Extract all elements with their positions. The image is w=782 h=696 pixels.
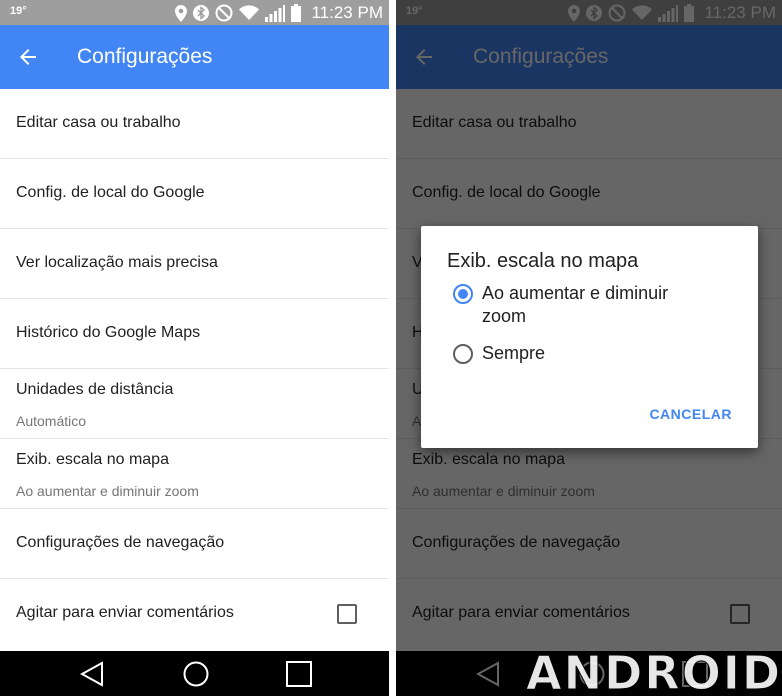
bluetooth-icon xyxy=(193,5,210,21)
back-triangle-icon[interactable] xyxy=(80,661,104,687)
setting-navigation[interactable]: Configurações de navegação xyxy=(0,509,389,579)
arrow-left-icon[interactable] xyxy=(16,45,40,69)
setting-shake-feedback[interactable]: Agitar para enviar comentários xyxy=(0,579,389,649)
recents-square-icon[interactable] xyxy=(286,661,312,687)
status-icons: 11:23 PM xyxy=(175,2,383,24)
radio-option-always[interactable]: Sempre xyxy=(453,342,712,365)
nav-bar xyxy=(0,651,389,696)
divider xyxy=(389,0,396,696)
setting-label: Config. de local do Google xyxy=(16,184,205,201)
radio-label: Ao aumentar e diminuir zoom xyxy=(482,283,669,326)
do-not-disturb-icon xyxy=(215,4,233,22)
location-icon xyxy=(175,4,188,22)
radio-selected-icon[interactable] xyxy=(453,284,473,304)
signal-icon xyxy=(265,4,286,22)
phone-screen-dialog: 19° 11:23 PM Configurações Editar casa o… xyxy=(396,0,782,696)
map-scale-dialog: Exib. escala no mapa Ao aumentar e dimin… xyxy=(421,226,758,448)
setting-label: Exib. escala no mapa xyxy=(16,451,169,468)
setting-precise-location[interactable]: Ver localização mais precisa xyxy=(0,229,389,299)
setting-label: Histórico do Google Maps xyxy=(16,324,201,341)
setting-distance-units[interactable]: Unidades de distância Automático xyxy=(0,369,389,439)
dialog-title: Exib. escala no mapa xyxy=(447,250,639,272)
setting-label: Configurações de navegação xyxy=(16,534,225,551)
setting-edit-home-work[interactable]: Editar casa ou trabalho xyxy=(0,89,389,159)
setting-label: Ver localização mais precisa xyxy=(16,254,218,271)
status-time: 11:23 PM xyxy=(311,3,383,22)
status-temperature: 19° xyxy=(10,5,27,17)
setting-label: Editar casa ou trabalho xyxy=(16,114,181,131)
app-bar: Configurações xyxy=(0,25,389,89)
setting-value: Ao aumentar e diminuir zoom xyxy=(16,483,199,499)
phone-screen-settings: 19° 11:23 PM Configurações Editar casa o… xyxy=(0,0,389,696)
setting-map-scale[interactable]: Exib. escala no mapa Ao aumentar e diminu… xyxy=(0,439,389,509)
battery-icon xyxy=(291,4,302,22)
watermark-logo: ANDROIDPIT xyxy=(525,646,782,696)
wifi-icon xyxy=(239,5,260,20)
setting-maps-history[interactable]: Histórico do Google Maps xyxy=(0,299,389,369)
setting-label: Agitar para enviar comentários xyxy=(16,604,234,621)
page-title: Configurações xyxy=(77,45,213,68)
settings-list: Editar casa ou trabalho Config. de local… xyxy=(0,89,389,649)
radio-option-zoom[interactable]: Ao aumentar e diminuir zoom xyxy=(453,282,712,328)
status-bar: 19° 11:23 PM xyxy=(0,0,389,25)
setting-google-location[interactable]: Config. de local do Google xyxy=(0,159,389,229)
setting-value: Automático xyxy=(16,413,87,429)
radio-label: Sempre xyxy=(482,343,546,363)
shake-feedback-checkbox[interactable] xyxy=(337,604,357,624)
home-circle-icon[interactable] xyxy=(183,661,209,687)
cancel-button[interactable]: CANCELAR xyxy=(649,406,732,422)
setting-label: Unidades de distância xyxy=(16,381,174,398)
radio-unselected-icon[interactable] xyxy=(453,344,473,364)
